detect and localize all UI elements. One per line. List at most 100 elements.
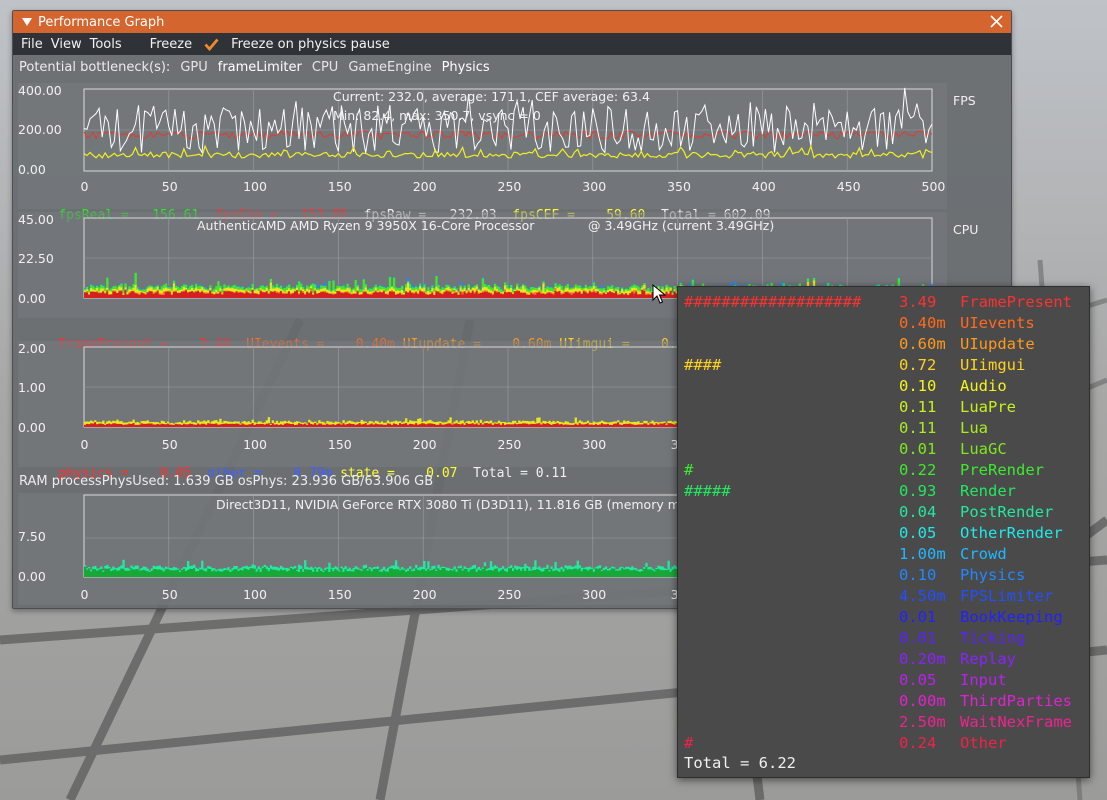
tooltip-row-uiimgui: #### 0.72 UIimgui (678, 356, 1089, 377)
bar-segment (142, 566, 145, 570)
bar-segment (566, 291, 569, 293)
bar-segment (421, 287, 424, 289)
bottleneck-framelimiter: frameLimiter (217, 59, 302, 75)
bar-segment (98, 421, 101, 424)
bar-segment (308, 293, 311, 298)
bar-segment (132, 569, 135, 577)
bar-segment (580, 293, 584, 298)
checkmark-icon[interactable] (204, 37, 219, 52)
close-icon[interactable] (990, 15, 1003, 28)
bar-segment (574, 284, 577, 288)
bar-segment (217, 569, 220, 571)
bar-segment (360, 294, 363, 295)
bar-segment (340, 424, 343, 427)
bar-segment (582, 290, 586, 292)
bar-segment (483, 421, 487, 424)
bar-segment (328, 571, 331, 577)
bar-segment (269, 424, 273, 427)
bar-segment (324, 570, 327, 577)
bar-segment (219, 292, 222, 298)
bar-segment (631, 285, 634, 288)
bar-segment (378, 292, 382, 298)
bar-segment (562, 292, 565, 294)
bar-segment (298, 564, 301, 572)
bar-segment (386, 294, 390, 298)
bar-segment (356, 290, 359, 292)
bar-segment (249, 568, 252, 577)
bar-segment (158, 293, 162, 295)
bar-segment (197, 286, 200, 290)
bar-segment (239, 291, 242, 293)
bar-segment (475, 423, 479, 427)
bar-segment (136, 286, 139, 288)
bar-segment (259, 285, 262, 289)
bar-segment (453, 423, 456, 427)
bar-segment (285, 571, 289, 577)
bar-segment (392, 288, 396, 292)
bar-segment (510, 424, 513, 427)
bar-segment (231, 423, 234, 427)
tooltip-label: PreRender (960, 461, 1044, 479)
bar-segment (251, 419, 254, 424)
bar-segment (592, 285, 596, 290)
bar-segment (289, 288, 293, 290)
bar-segment (281, 288, 285, 291)
bar-segment (544, 423, 547, 427)
bar-segment (330, 421, 333, 425)
bar-segment (600, 420, 604, 424)
menu-file[interactable]: File (13, 37, 43, 52)
bar-segment (98, 287, 101, 292)
collapse-triangle-icon[interactable] (22, 18, 32, 26)
bar-segment (229, 287, 232, 289)
bar-segment (405, 283, 408, 288)
menu-tools[interactable]: Tools (82, 37, 122, 52)
freeze-button[interactable]: Freeze (150, 37, 192, 52)
bar-segment (631, 424, 634, 427)
bar-segment (152, 422, 155, 425)
bar-segment (160, 286, 164, 291)
bar-segment (556, 291, 559, 298)
bar-segment (588, 569, 592, 577)
bar-segment (291, 422, 295, 424)
freeze-on-physics-pause-label[interactable]: Freeze on physics pause (231, 37, 390, 52)
bar-segment (277, 286, 281, 288)
bar-segment (522, 285, 525, 293)
bar-segment (302, 289, 305, 292)
bar-segment (162, 424, 166, 427)
bar-segment (281, 567, 285, 571)
bar-segment (562, 293, 565, 298)
bar-segment (213, 288, 216, 292)
bar-segment (641, 569, 644, 571)
bar-segment (326, 287, 329, 289)
bar-segment (516, 570, 519, 577)
title-bar[interactable]: Performance Graph (13, 11, 1011, 33)
bar-segment (522, 420, 525, 424)
bar-segment (423, 287, 426, 292)
tooltip-bar: # (684, 461, 694, 479)
bar-segment (612, 568, 616, 577)
bar-segment (271, 288, 275, 292)
bar-segment (370, 423, 374, 427)
bar-segment (164, 291, 168, 298)
bar-segment (530, 421, 533, 424)
bar-segment (306, 285, 309, 289)
bar-segment (116, 293, 119, 298)
menu-view[interactable]: View (43, 37, 82, 52)
bar-segment (348, 292, 351, 294)
bar-segment (366, 424, 369, 427)
bar-segment (592, 281, 596, 283)
bar-segment (667, 294, 670, 298)
bar-segment (542, 571, 545, 577)
bar-segment (568, 569, 571, 577)
bar-segment (223, 420, 226, 424)
bar-segment (435, 275, 438, 287)
bar-segment (518, 420, 521, 424)
bar-segment (241, 286, 244, 290)
bar-segment (380, 289, 384, 293)
bar-segment (582, 424, 586, 427)
bar-segment (643, 569, 646, 577)
tooltip-label: OtherRender (960, 524, 1063, 542)
bar-segment (647, 288, 650, 292)
bar-segment (437, 568, 440, 577)
bar-segment (114, 285, 117, 289)
